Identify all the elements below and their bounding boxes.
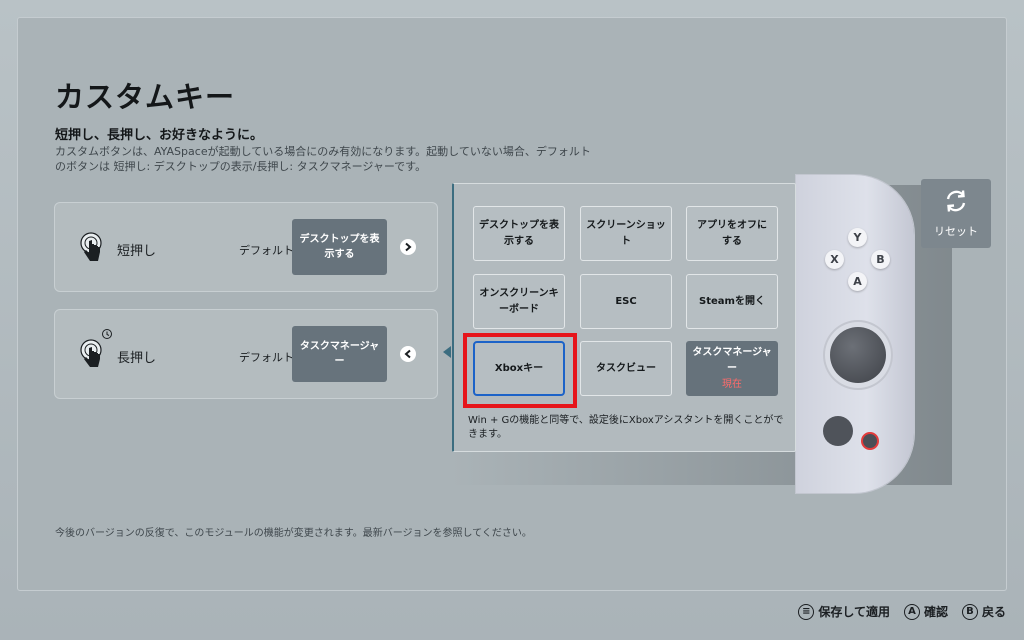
short-press-row[interactable]: 短押し デフォルト デスクトップを表示する <box>54 202 438 292</box>
hint-back-label: 戻る <box>981 605 1006 619</box>
controller-button-b: B <box>871 250 890 269</box>
hint-save-apply[interactable]: ≡ 保存して適用 <box>798 603 890 620</box>
controller-button-x: X <box>825 250 844 269</box>
short-press-default-label: デフォルト <box>239 244 294 257</box>
option-close-app[interactable]: アプリをオフにする <box>686 206 778 261</box>
b-button-icon: B <box>961 603 978 620</box>
selection-highlight <box>463 333 577 408</box>
page-description: カスタムボタンは、AYASpaceが起動している場合にのみ有効になります。起動し… <box>55 145 591 173</box>
controller-custom-button <box>823 416 853 446</box>
hint-save-label: 保存して適用 <box>818 605 890 619</box>
long-press-row[interactable]: 長押し デフォルト タスクマネージャー <box>54 309 438 399</box>
long-press-default-label: デフォルト <box>239 351 294 364</box>
hint-back[interactable]: B 戻る <box>961 603 1006 620</box>
popup-pointer <box>443 346 451 358</box>
long-press-value[interactable]: タスクマネージャー <box>292 326 387 382</box>
option-esc[interactable]: ESC <box>580 274 672 329</box>
long-press-label: 長押し <box>117 351 157 366</box>
option-task-view[interactable]: タスクビュー <box>580 341 672 396</box>
hint-confirm[interactable]: A 確認 <box>903 603 948 620</box>
controller-hint-bar: ≡ 保存して適用 A 確認 B 戻る <box>798 603 1006 620</box>
option-task-manager[interactable]: タスクマネージャー 現在 <box>686 341 778 396</box>
option-onscreen-keyboard[interactable]: オンスクリーンキーボード <box>473 274 565 329</box>
short-press-label: 短押し <box>117 244 157 259</box>
short-press-value[interactable]: デスクトップを表示する <box>292 219 387 275</box>
menu-button-icon: ≡ <box>798 603 815 620</box>
option-open-steam[interactable]: Steamを開く <box>686 274 778 329</box>
page-subtitle: 短押し、長押し、お好きなように。 <box>55 128 264 143</box>
reset-button[interactable]: リセット <box>921 179 991 248</box>
hint-confirm-label: 確認 <box>923 605 948 619</box>
option-screenshot[interactable]: スクリーンショット <box>580 206 672 261</box>
controller-button-a: A <box>848 272 867 291</box>
chevron-left-icon[interactable] <box>400 346 416 362</box>
controller-button-y: Y <box>848 228 867 247</box>
option-show-desktop[interactable]: デスクトップを表示する <box>473 206 565 261</box>
page-title: カスタムキー <box>55 80 236 114</box>
controller-joystick <box>830 327 886 383</box>
reset-label: リセット <box>934 225 978 238</box>
long-press-hand-icon <box>79 329 112 370</box>
a-button-icon: A <box>903 603 920 620</box>
current-badge: 現在 <box>722 378 742 390</box>
option-help-text: Win + Gの機能と同等で、設定後にXboxアシスタントを開くことができます。 <box>468 415 784 440</box>
controller-record-button <box>861 432 879 450</box>
tap-hand-icon <box>79 231 111 263</box>
chevron-right-icon[interactable] <box>400 239 416 255</box>
footer-note: 今後のバージョンの反復で、このモジュールの機能が変更されます。最新バージョンを参… <box>55 528 532 539</box>
refresh-icon <box>943 188 969 223</box>
